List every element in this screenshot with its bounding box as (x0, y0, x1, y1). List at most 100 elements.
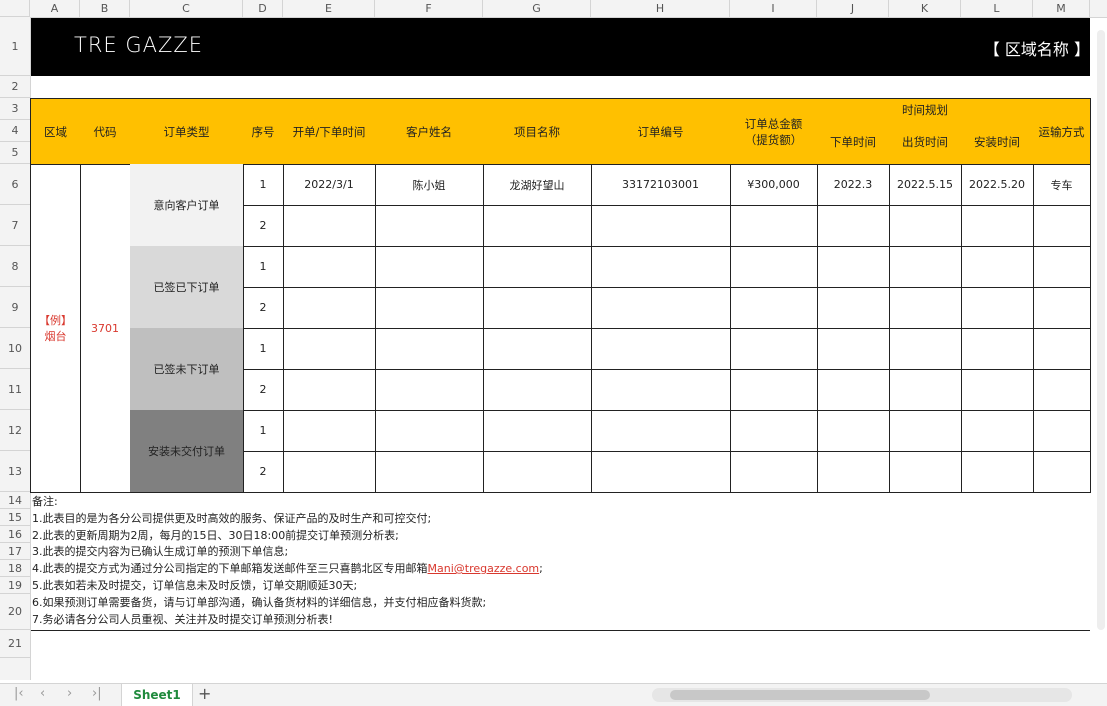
data-cell[interactable] (961, 328, 1034, 370)
data-cell[interactable] (483, 328, 592, 370)
column-header[interactable]: E (283, 0, 375, 17)
row-header[interactable]: 16 (0, 526, 30, 543)
data-cell[interactable] (961, 369, 1034, 411)
row-header[interactable]: 11 (0, 369, 30, 410)
column-header[interactable]: A (30, 0, 80, 17)
data-cell[interactable] (483, 451, 592, 493)
row-header[interactable]: 17 (0, 543, 30, 560)
data-cell[interactable]: ¥300,000 (730, 164, 818, 206)
data-cell[interactable] (817, 369, 890, 411)
email-link[interactable]: Mani@tregazze.com (428, 562, 540, 575)
data-cell[interactable]: 2022.5.15 (889, 164, 962, 206)
last-sheet-icon[interactable]: ›| (92, 686, 102, 701)
data-cell[interactable] (889, 287, 962, 329)
data-cell[interactable] (283, 205, 376, 247)
data-cell[interactable] (283, 410, 376, 452)
column-header[interactable]: F (375, 0, 483, 17)
header-code[interactable]: 代码 (80, 98, 131, 165)
data-cell[interactable] (283, 246, 376, 288)
row-header[interactable]: 7 (0, 205, 30, 246)
data-cell[interactable] (591, 410, 731, 452)
header-transport[interactable]: 运输方式 (1033, 98, 1091, 165)
data-cell[interactable] (591, 328, 731, 370)
data-cell[interactable] (889, 246, 962, 288)
row-header[interactable]: 20 (0, 594, 30, 630)
prev-sheet-icon[interactable]: ‹ (40, 686, 45, 701)
data-cell[interactable] (283, 287, 376, 329)
header-region[interactable]: 区域 (30, 98, 81, 165)
select-all-corner[interactable] (0, 0, 30, 17)
scroll-thumb[interactable] (670, 690, 930, 700)
data-cell[interactable] (730, 246, 818, 288)
header-ship-time[interactable]: 出货时间 (889, 120, 962, 165)
order-type-cell[interactable]: 已签已下订单 (130, 246, 244, 329)
order-type-cell[interactable]: 意向客户订单 (130, 164, 244, 247)
row-header[interactable]: 12 (0, 410, 30, 451)
column-header[interactable]: K (889, 0, 961, 17)
column-header[interactable]: L (961, 0, 1033, 17)
row-header[interactable]: 13 (0, 451, 30, 492)
header-customer[interactable]: 客户姓名 (375, 98, 484, 165)
data-cell[interactable] (591, 451, 731, 493)
column-header[interactable]: I (730, 0, 817, 17)
data-cell[interactable] (730, 328, 818, 370)
data-cell[interactable] (483, 205, 592, 247)
row-header[interactable]: 19 (0, 577, 30, 594)
header-project[interactable]: 项目名称 (483, 98, 592, 165)
data-cell[interactable] (375, 410, 484, 452)
column-header[interactable]: H (591, 0, 730, 17)
next-sheet-icon[interactable]: › (67, 686, 72, 701)
row-header[interactable]: 14 (0, 492, 30, 509)
data-cell[interactable] (730, 205, 818, 247)
data-cell[interactable] (817, 410, 890, 452)
header-order-no[interactable]: 订单编号 (591, 98, 731, 165)
seq-cell[interactable]: 2 (243, 205, 284, 247)
column-header[interactable]: G (483, 0, 591, 17)
data-cell[interactable] (961, 246, 1034, 288)
data-cell[interactable] (483, 287, 592, 329)
data-cell[interactable] (730, 451, 818, 493)
data-cell[interactable] (1033, 369, 1091, 411)
row-header[interactable]: 3 (0, 98, 30, 120)
row-header[interactable]: 8 (0, 246, 30, 287)
seq-cell[interactable]: 1 (243, 164, 284, 206)
header-seq[interactable]: 序号 (243, 98, 284, 165)
data-cell[interactable] (1033, 246, 1091, 288)
data-cell[interactable] (730, 410, 818, 452)
data-cell[interactable] (591, 205, 731, 247)
data-cell[interactable] (375, 369, 484, 411)
data-cell[interactable] (889, 410, 962, 452)
column-header[interactable]: D (243, 0, 283, 17)
data-cell[interactable] (1033, 451, 1091, 493)
data-cell[interactable] (283, 328, 376, 370)
data-cell[interactable] (483, 410, 592, 452)
column-header[interactable]: M (1033, 0, 1090, 17)
header-order-time[interactable]: 下单时间 (817, 120, 890, 165)
data-cell[interactable]: 陈小姐 (375, 164, 484, 206)
first-sheet-icon[interactable]: |‹ (14, 686, 24, 701)
data-cell[interactable]: 2022.3 (817, 164, 890, 206)
data-cell[interactable] (483, 369, 592, 411)
column-header[interactable]: J (817, 0, 889, 17)
data-cell[interactable] (1033, 287, 1091, 329)
row-header[interactable]: 6 (0, 164, 30, 205)
data-cell[interactable] (961, 205, 1034, 247)
example-region[interactable]: 【例】 烟台 (30, 164, 81, 493)
data-cell[interactable]: 2022/3/1 (283, 164, 376, 206)
data-cell[interactable] (375, 246, 484, 288)
data-cell[interactable]: 龙湖好望山 (483, 164, 592, 206)
example-code[interactable]: 3701 (80, 164, 131, 493)
row-header[interactable]: 1 (0, 17, 30, 76)
data-cell[interactable]: 33172103001 (591, 164, 731, 206)
data-cell[interactable] (889, 451, 962, 493)
header-time-plan[interactable]: 时间规划 (817, 98, 1034, 121)
data-cell[interactable] (961, 451, 1034, 493)
seq-cell[interactable]: 2 (243, 287, 284, 329)
row-header[interactable]: 5 (0, 142, 30, 164)
add-sheet-icon[interactable]: + (198, 684, 211, 703)
data-cell[interactable] (375, 287, 484, 329)
data-cell[interactable]: 2022.5.20 (961, 164, 1034, 206)
row-header[interactable]: 18 (0, 560, 30, 577)
row-header[interactable]: 15 (0, 509, 30, 526)
data-cell[interactable] (730, 369, 818, 411)
